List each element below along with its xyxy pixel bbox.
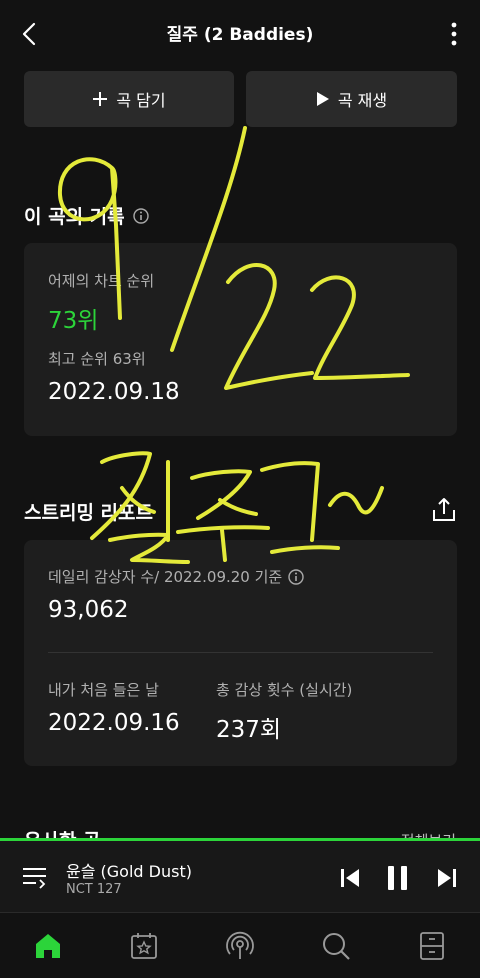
bottom-navigation [0, 912, 480, 978]
play-icon [316, 92, 329, 106]
handwriting-stroke [328, 486, 384, 515]
streaming-section-title: 스트리밍 리포트 [24, 498, 153, 525]
search-icon [323, 932, 350, 960]
nav-library[interactable] [114, 921, 174, 971]
podcast-icon [226, 931, 254, 959]
total-plays-label: 총 감상 횟수 (실시간) [216, 681, 353, 699]
share-icon[interactable] [432, 496, 456, 524]
library-icon [131, 932, 157, 959]
more-vertical-icon[interactable] [448, 20, 460, 48]
action-row: 곡 담기 곡 재생 [24, 71, 457, 127]
handwriting-stroke [176, 525, 270, 534]
handwriting-stroke [260, 461, 320, 542]
nav-storage[interactable] [402, 921, 462, 971]
record-card: 어제의 차트 순위 73위 최고 순위 63위 2022.09.18 [24, 243, 457, 436]
streaming-section-title-text: 스트리밍 리포트 [24, 502, 153, 524]
handwriting-stroke [90, 451, 152, 540]
now-playing-title: 윤슬 (Gold Dust) [66, 862, 192, 881]
info-icon[interactable] [288, 568, 304, 585]
add-to-playlist-button[interactable]: 곡 담기 [24, 71, 234, 127]
best-rank-date: 2022.09.18 [48, 379, 180, 405]
top-bar: 질주 (2 Baddies) [0, 0, 480, 66]
nav-search[interactable] [306, 921, 366, 971]
handwriting-stroke [190, 469, 252, 520]
play-song-button[interactable]: 곡 재생 [246, 71, 457, 127]
now-playing-artist: NCT 127 [66, 882, 122, 897]
yesterday-rank-label: 어제의 차트 순위 [48, 272, 155, 290]
daily-listeners-row: 데일리 감상자 수/ 2022.09.20 기준 [48, 566, 304, 587]
next-icon[interactable] [437, 867, 457, 889]
handwriting-stroke [218, 498, 258, 516]
daily-listeners-value: 93,062 [48, 597, 129, 623]
playback-progress[interactable] [0, 838, 221, 841]
add-button-label: 곡 담기 [116, 91, 166, 110]
nav-home[interactable] [18, 921, 78, 971]
play-button-label: 곡 재생 [337, 91, 388, 110]
info-icon[interactable] [132, 207, 149, 224]
plus-icon [93, 92, 108, 106]
first-listen-label: 내가 처음 들은 날 [48, 681, 159, 699]
total-plays-value: 237회 [216, 717, 282, 743]
card-divider [48, 652, 433, 653]
nav-podcast[interactable] [210, 921, 270, 971]
page-title: 질주 (2 Baddies) [166, 25, 314, 45]
mini-player[interactable]: 윤슬 (Gold Dust) NCT 127 [0, 838, 480, 912]
best-rank-label: 최고 순위 63위 [48, 350, 146, 368]
record-section-title-text: 이 곡의 기록 [24, 206, 125, 228]
playlist-icon[interactable] [22, 865, 48, 889]
yesterday-rank-value: 73위 [48, 308, 99, 334]
pause-icon[interactable] [386, 864, 410, 892]
streaming-card: 데일리 감상자 수/ 2022.09.20 기준 93,062 내가 처음 들은… [24, 540, 457, 766]
home-icon [36, 933, 60, 958]
first-listen-value: 2022.09.16 [48, 710, 180, 736]
storage-icon [420, 931, 444, 960]
daily-listeners-label: 데일리 감상자 수/ 2022.09.20 기준 [48, 568, 283, 586]
previous-icon[interactable] [340, 867, 360, 889]
record-section-title: 이 곡의 기록 [24, 202, 149, 229]
